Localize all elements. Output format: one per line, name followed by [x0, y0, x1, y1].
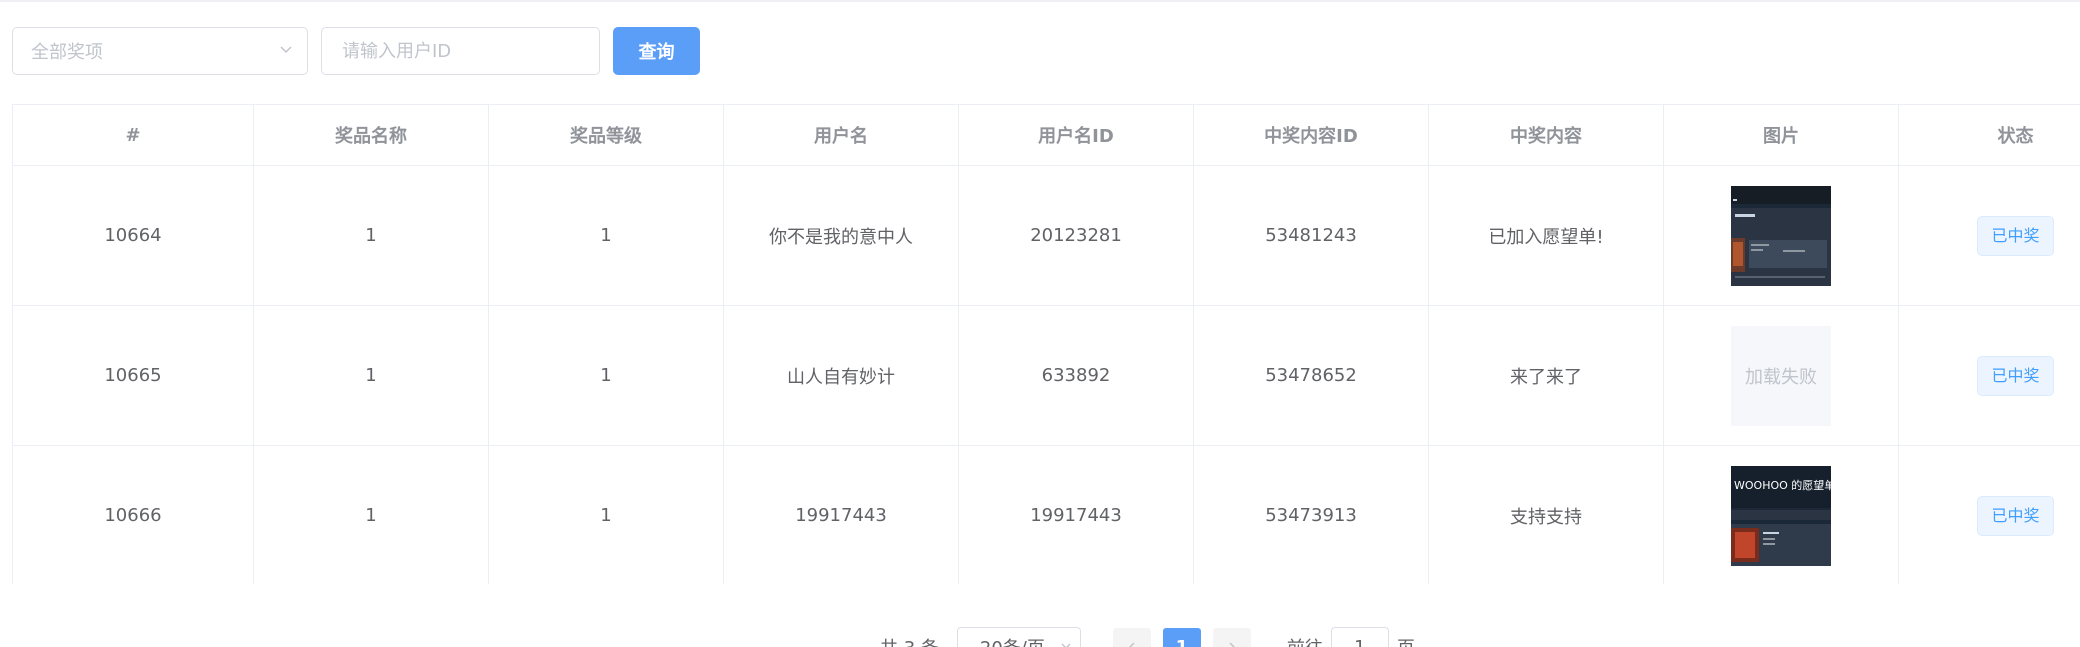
prev-page-button[interactable] [1112, 628, 1151, 647]
column-header-content-id: 中奖内容ID [1193, 104, 1429, 166]
image-load-failed: 加载失败 [1731, 325, 1831, 426]
status-badge: 已中奖 [1977, 215, 2054, 256]
thumbnail-caption: WOOHOO 的愿望单 [1734, 478, 1831, 492]
column-header-prize-level: 奖品等级 [488, 104, 724, 166]
page-number-button[interactable]: 1 [1162, 628, 1201, 647]
cell-username: 山人自有妙计 [723, 305, 959, 446]
status-badge: 已中奖 [1977, 355, 2054, 396]
cell-status: 已中奖 [1898, 165, 2080, 306]
cell-prize-level: 1 [488, 165, 724, 306]
page: 全部奖项 查询 # 奖品名称 [0, 0, 2080, 647]
cell-user-id: 633892 [958, 305, 1194, 446]
goto-label: 前往 [1287, 634, 1323, 647]
cell-image: 加载失败 [1663, 305, 1899, 446]
cell-content: 支持支持 [1428, 445, 1664, 584]
cell-content: 来了来了 [1428, 305, 1664, 446]
cell-prize-name: 1 [253, 445, 489, 584]
table-row: 10666 1 1 19917443 19917443 53473913 支持支… [12, 445, 2080, 584]
records-table-wrapper: # 奖品名称 奖品等级 用户名 用户名ID 中奖内容ID 中奖内容 图片 状态 … [12, 104, 2080, 584]
cell-prize-name: 1 [253, 165, 489, 306]
next-page-button[interactable] [1212, 628, 1251, 647]
column-header-status: 状态 [1898, 104, 2080, 166]
cell-prize-level: 1 [488, 445, 724, 584]
cell-content-id: 53478652 [1193, 305, 1429, 446]
cell-content-id: 53473913 [1193, 445, 1429, 584]
user-id-input[interactable] [321, 27, 600, 75]
cell-prize-level: 1 [488, 305, 724, 446]
cell-user-id: 19917443 [958, 445, 1194, 584]
column-header-prize-name: 奖品名称 [253, 104, 489, 166]
cell-content-id: 53481243 [1193, 165, 1429, 306]
status-badge: 已中奖 [1977, 495, 2054, 536]
cell-username: 你不是我的意中人 [723, 165, 959, 306]
cell-index: 10666 [12, 445, 254, 584]
chevron-right-icon [1229, 642, 1235, 647]
cell-username: 19917443 [723, 445, 959, 584]
table-header-row: # 奖品名称 奖品等级 用户名 用户名ID 中奖内容ID 中奖内容 图片 状态 [12, 104, 2080, 166]
page-unit-label: 页 [1397, 634, 1415, 647]
cell-status: 已中奖 [1898, 445, 2080, 584]
cell-content: 已加入愿望单! [1428, 165, 1664, 306]
top-divider [0, 0, 2080, 2]
prize-image-thumbnail[interactable]: WOOHOO 的愿望单 [1731, 465, 1831, 566]
column-header-username: 用户名 [723, 104, 959, 166]
cell-status: 已中奖 [1898, 305, 2080, 446]
chevron-down-icon [1061, 643, 1071, 647]
prize-select-value: 全部奖项 [31, 42, 103, 63]
cell-image [1663, 165, 1899, 306]
query-button[interactable]: 查询 [613, 27, 700, 75]
table-row: 10665 1 1 山人自有妙计 633892 53478652 来了来了 加载… [12, 305, 2080, 446]
cell-prize-name: 1 [253, 305, 489, 446]
column-header-index: # [12, 104, 254, 166]
cell-image: WOOHOO 的愿望单 [1663, 445, 1899, 584]
filter-bar: 全部奖项 查询 [12, 26, 700, 76]
column-header-content: 中奖内容 [1428, 104, 1664, 166]
pagination: 共 3 条 20条/页 1 前往 页 [880, 627, 1415, 647]
chevron-left-icon [1128, 642, 1135, 647]
table-row: 10664 1 1 你不是我的意中人 20123281 53481243 已加入… [12, 165, 2080, 306]
page-size-value: 20条/页 [980, 634, 1045, 647]
prize-image-thumbnail[interactable] [1731, 185, 1831, 286]
column-header-image: 图片 [1663, 104, 1899, 166]
page-size-select[interactable]: 20条/页 [956, 627, 1081, 647]
cell-user-id: 20123281 [958, 165, 1194, 306]
cell-index: 10665 [12, 305, 254, 446]
records-table: # 奖品名称 奖品等级 用户名 用户名ID 中奖内容ID 中奖内容 图片 状态 … [12, 104, 2080, 584]
pagination-total: 共 3 条 [880, 634, 939, 647]
goto-page-input[interactable] [1330, 627, 1389, 647]
chevron-down-icon [280, 46, 292, 54]
cell-index: 10664 [12, 165, 254, 306]
prize-select[interactable]: 全部奖项 [12, 27, 308, 75]
column-header-user-id: 用户名ID [958, 104, 1194, 166]
